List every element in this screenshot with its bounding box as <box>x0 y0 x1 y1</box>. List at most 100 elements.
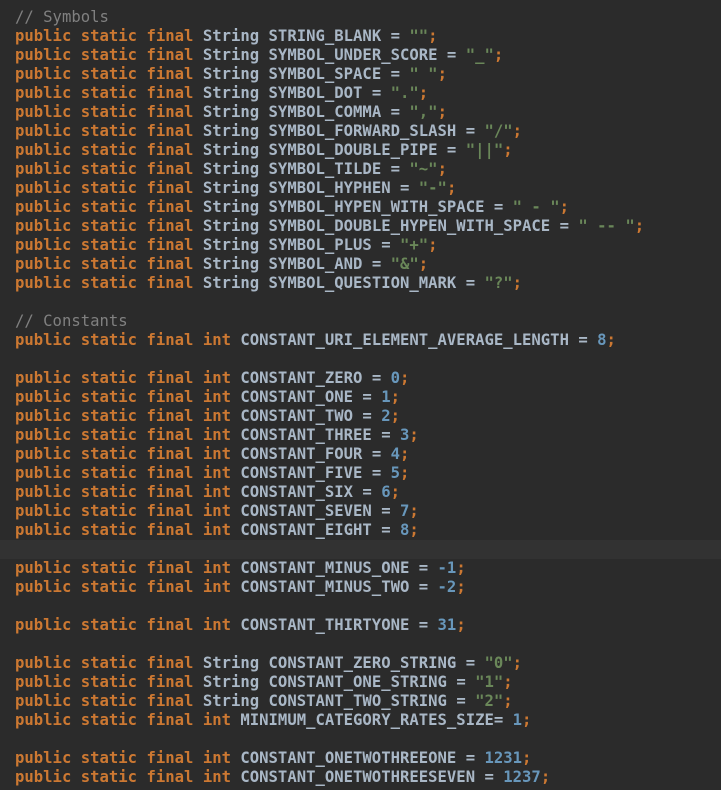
code-line[interactable]: public static final String SYMBOL_AND = … <box>0 255 721 274</box>
code-line[interactable]: public static final int CONSTANT_THIRTYO… <box>0 616 721 635</box>
assign-operator: = <box>456 274 485 292</box>
code-line[interactable]: public static final int CONSTANT_THREE =… <box>0 426 721 445</box>
blank-line[interactable] <box>0 293 721 312</box>
code-line[interactable]: public static final int CONSTANT_MINUS_T… <box>0 578 721 597</box>
keyword-final: final <box>146 483 194 501</box>
constant-value: "" <box>409 27 429 45</box>
constant-name: SYMBOL_QUESTION_MARK <box>268 274 457 292</box>
keyword-public: public <box>15 255 72 273</box>
constant-value: "_" <box>465 46 494 64</box>
code-line[interactable]: public static final String SYMBOL_COMMA … <box>0 103 721 122</box>
keyword-public: public <box>15 616 72 634</box>
code-line[interactable]: public static final String SYMBOL_QUESTI… <box>0 274 721 293</box>
keyword-final: final <box>146 122 194 140</box>
code-line[interactable]: public static final int CONSTANT_MINUS_O… <box>0 559 721 578</box>
keyword-static: static <box>80 768 138 786</box>
code-line[interactable]: public static final String CONSTANT_TWO_… <box>0 692 721 711</box>
blank-line[interactable] <box>0 597 721 616</box>
type-name: int <box>202 388 231 406</box>
semicolon: ; <box>418 84 429 102</box>
type-name: int <box>202 369 231 387</box>
constant-value: 1 <box>512 711 523 729</box>
blank-line[interactable] <box>0 635 721 654</box>
type-name: String <box>202 141 260 159</box>
assign-operator: = <box>390 179 419 197</box>
keyword-final: final <box>146 84 194 102</box>
code-line[interactable]: public static final int CONSTANT_ZERO = … <box>0 369 721 388</box>
code-line[interactable]: public static final String SYMBOL_TILDE … <box>0 160 721 179</box>
keyword-public: public <box>15 768 72 786</box>
type-name: int <box>202 464 231 482</box>
code-line[interactable]: public static final int CONSTANT_SIX = 6… <box>0 483 721 502</box>
semicolon: ; <box>540 768 551 786</box>
semicolon: ; <box>606 331 616 349</box>
keyword-public: public <box>15 749 72 767</box>
code-line[interactable]: public static final String SYMBOL_DOUBLE… <box>0 141 721 160</box>
keyword-final: final <box>146 217 194 235</box>
assign-operator: = <box>381 103 410 121</box>
assign-operator: = <box>362 464 391 482</box>
code-line[interactable]: public static final String SYMBOL_HYPEN_… <box>0 198 721 217</box>
blank-line[interactable] <box>0 540 721 559</box>
blank-line[interactable] <box>0 350 721 369</box>
keyword-final: final <box>146 255 194 273</box>
assign-operator: = <box>371 236 400 254</box>
type-name: int <box>202 559 231 577</box>
code-line[interactable]: public static final int CONSTANT_ONETWOT… <box>0 749 721 768</box>
code-line[interactable]: public static final String SYMBOL_UNDER_… <box>0 46 721 65</box>
keyword-static: static <box>80 388 138 406</box>
constant-value: "~" <box>409 160 438 178</box>
code-line[interactable]: public static final int MINIMUM_CATEGORY… <box>0 711 721 730</box>
assign-operator: = <box>456 749 485 767</box>
keyword-final: final <box>146 559 194 577</box>
semicolon: ; <box>493 46 504 64</box>
keyword-public: public <box>15 179 72 197</box>
code-line[interactable]: public static final String CONSTANT_ONE_… <box>0 673 721 692</box>
code-line[interactable]: public static final String SYMBOL_DOT = … <box>0 84 721 103</box>
code-line[interactable]: public static final int CONSTANT_URI_ELE… <box>0 331 721 350</box>
code-line[interactable]: public static final String STRING_BLANK … <box>0 27 721 46</box>
comment-line[interactable]: // Constants <box>0 312 721 331</box>
code-line[interactable]: public static final String SYMBOL_SPACE … <box>0 65 721 84</box>
constant-value: 3 <box>399 426 410 444</box>
keyword-public: public <box>15 483 72 501</box>
constant-name: CONSTANT_ONE <box>240 388 354 406</box>
semicolon: ; <box>409 502 419 520</box>
semicolon: ; <box>456 559 466 577</box>
keyword-static: static <box>80 331 138 349</box>
constant-name: CONSTANT_SEVEN <box>240 502 372 520</box>
keyword-public: public <box>15 464 72 482</box>
code-line[interactable]: public static final String SYMBOL_FORWAR… <box>0 122 721 141</box>
assign-operator: = <box>446 692 476 710</box>
blank-line[interactable] <box>0 730 721 749</box>
assign-operator: = <box>493 711 513 729</box>
semicolon: ; <box>437 103 447 121</box>
keyword-static: static <box>80 673 138 691</box>
code-line[interactable]: public static final String SYMBOL_DOUBLE… <box>0 217 721 236</box>
constant-value: "." <box>390 84 419 102</box>
constant-value: "2" <box>475 692 504 710</box>
keyword-final: final <box>146 369 194 387</box>
code-line[interactable]: public static final int CONSTANT_SEVEN =… <box>0 502 721 521</box>
keyword-final: final <box>146 198 194 216</box>
code-editor[interactable]: // Symbols public static final String STR… <box>0 0 721 790</box>
assign-operator: = <box>362 369 391 387</box>
code-line[interactable]: public static final int CONSTANT_ONETWOT… <box>0 768 721 787</box>
assign-operator: = <box>362 84 391 102</box>
code-line[interactable]: public static final String SYMBOL_HYPHEN… <box>0 179 721 198</box>
keyword-static: static <box>80 160 138 178</box>
code-line[interactable]: public static final int CONSTANT_FIVE = … <box>0 464 721 483</box>
comment-line[interactable]: // Symbols <box>0 8 721 27</box>
assign-operator: = <box>381 27 410 45</box>
keyword-public: public <box>15 578 72 596</box>
keyword-public: public <box>15 160 72 178</box>
keyword-static: static <box>80 103 138 121</box>
code-line[interactable]: public static final String CONSTANT_ZERO… <box>0 654 721 673</box>
keyword-public: public <box>15 711 72 729</box>
constant-name: CONSTANT_ZERO <box>240 369 363 387</box>
code-line[interactable]: public static final int CONSTANT_FOUR = … <box>0 445 721 464</box>
code-line[interactable]: public static final int CONSTANT_TWO = 2… <box>0 407 721 426</box>
code-line[interactable]: public static final String SYMBOL_PLUS =… <box>0 236 721 255</box>
code-line[interactable]: public static final int CONSTANT_EIGHT =… <box>0 521 721 540</box>
code-line[interactable]: public static final int CONSTANT_ONE = 1… <box>0 388 721 407</box>
